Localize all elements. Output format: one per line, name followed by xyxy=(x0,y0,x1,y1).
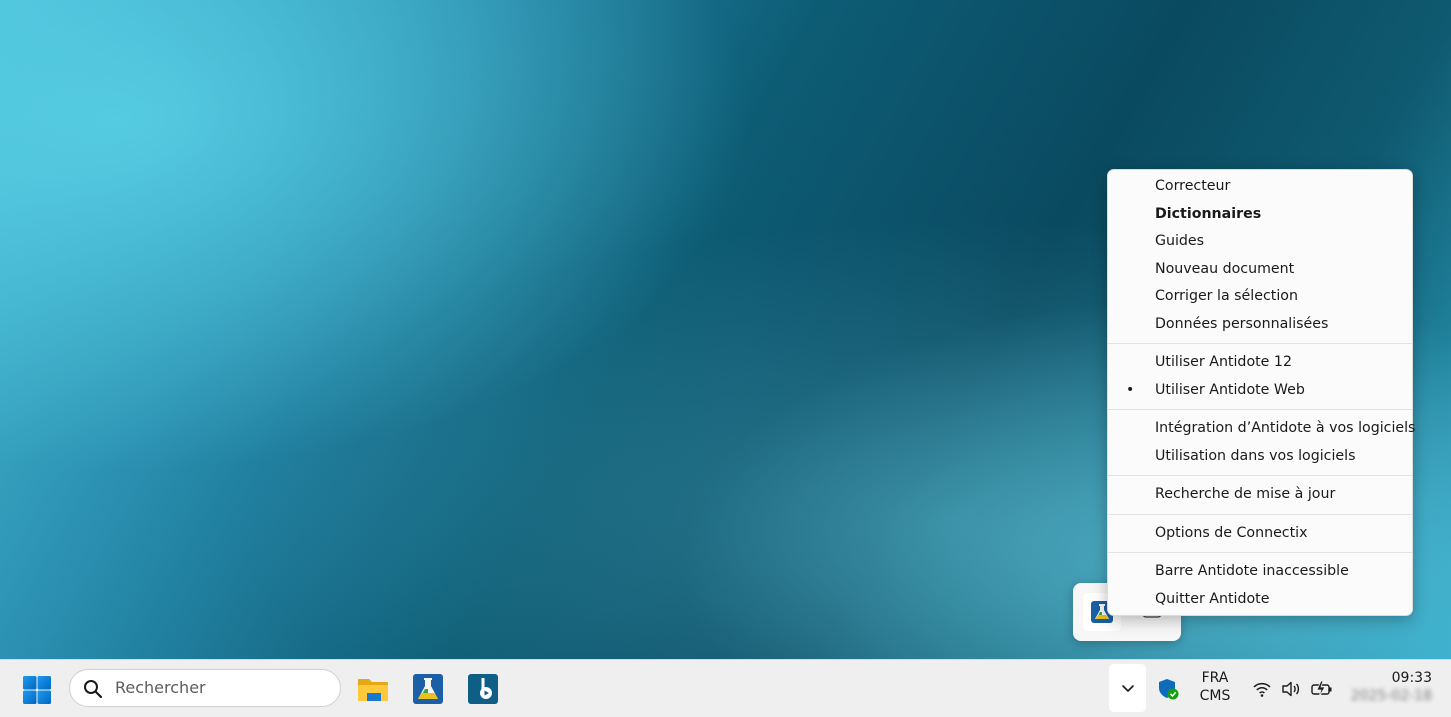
antidote-context-menu: Correcteur Dictionnaires Guides Nouveau … xyxy=(1107,169,1415,616)
menu-item-utilisation[interactable]: Utilisation dans vos logiciels xyxy=(1108,443,1412,471)
menu-item-corriger-selection[interactable]: Corriger la sélection xyxy=(1108,283,1412,311)
menu-item-utiliser-antidote-web[interactable]: • Utiliser Antidote Web xyxy=(1108,377,1412,405)
menu-separator xyxy=(1108,475,1412,476)
menu-item-options-connectix[interactable]: Options de Connectix xyxy=(1108,520,1412,548)
system-clock[interactable]: 09:33 2025-02-18 xyxy=(1350,669,1432,705)
menu-separator xyxy=(1108,343,1412,344)
menu-item-dictionnaires[interactable]: Dictionnaires xyxy=(1108,201,1412,229)
media-player-icon[interactable] xyxy=(466,672,500,706)
menu-item-recherche-mise-a-jour[interactable]: Recherche de mise à jour xyxy=(1108,481,1412,509)
file-explorer-icon[interactable] xyxy=(356,672,390,706)
windows-logo-icon xyxy=(23,676,51,704)
menu-separator xyxy=(1108,552,1412,553)
search-placeholder: Rechercher xyxy=(115,678,206,697)
wifi-icon[interactable] xyxy=(1252,680,1272,702)
menu-item-nouveau-document[interactable]: Nouveau document xyxy=(1108,256,1412,284)
menu-item-utiliser-antidote-12[interactable]: Utiliser Antidote 12 xyxy=(1108,349,1412,377)
volume-icon[interactable] xyxy=(1281,680,1301,702)
menu-separator xyxy=(1108,513,1412,515)
input-language-indicator[interactable]: FRA CMS xyxy=(1196,669,1234,705)
menu-item-integration[interactable]: Intégration d’Antidote à vos logiciels xyxy=(1108,415,1415,443)
clock-date: 2025-02-18 xyxy=(1350,688,1432,704)
menu-item-correcteur[interactable]: Correcteur xyxy=(1108,173,1412,201)
taskbar: Rechercher FRA CMS 09:33 2025-02-18 xyxy=(0,659,1451,717)
clock-time: 09:33 xyxy=(1391,670,1432,686)
battery-charging-icon[interactable] xyxy=(1310,679,1334,703)
menu-item-quitter-antidote[interactable]: Quitter Antidote xyxy=(1108,586,1412,614)
search-icon xyxy=(84,680,103,699)
keyboard-layout-code: CMS xyxy=(1199,688,1231,704)
language-code: FRA xyxy=(1201,670,1229,686)
menu-item-donnees-personnalisees[interactable]: Données personnalisées xyxy=(1108,311,1412,339)
chevron-up-icon xyxy=(1121,685,1134,692)
menu-item-guides[interactable]: Guides xyxy=(1108,228,1412,256)
show-hidden-icons-button[interactable] xyxy=(1109,664,1146,712)
antidote-icon[interactable] xyxy=(411,672,445,706)
menu-item-barre-inaccessible[interactable]: Barre Antidote inaccessible xyxy=(1108,558,1412,586)
menu-separator xyxy=(1108,409,1412,410)
radio-bullet-icon: • xyxy=(1126,381,1135,398)
start-button[interactable] xyxy=(20,673,54,707)
search-input[interactable]: Rechercher xyxy=(69,669,341,707)
security-shield-icon[interactable] xyxy=(1156,677,1180,705)
